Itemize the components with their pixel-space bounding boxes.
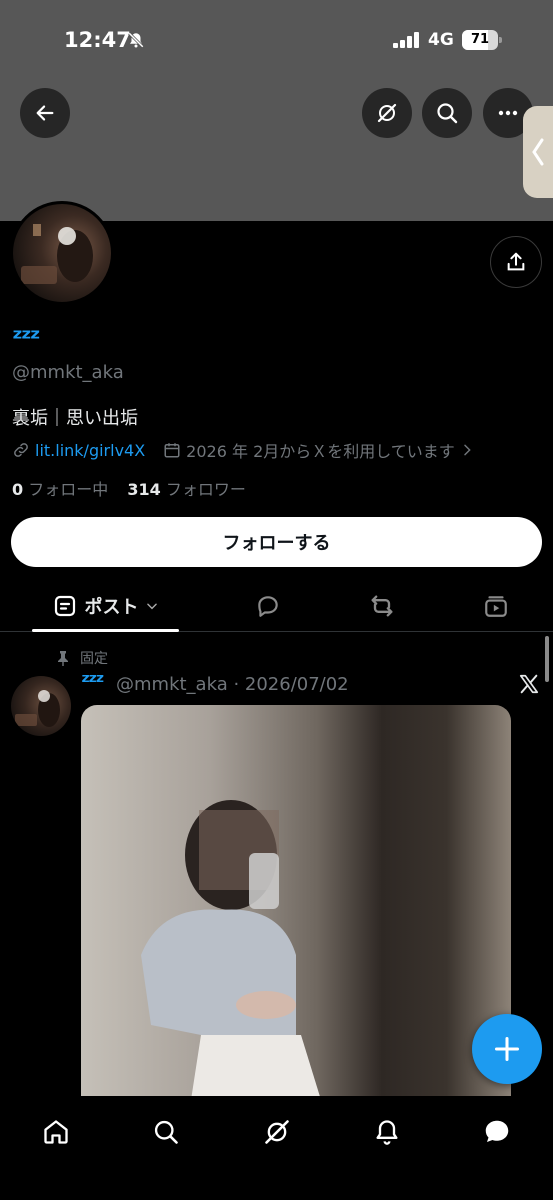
pinned-indicator: 固定: [56, 648, 108, 668]
more-icon: [498, 110, 518, 116]
profile-avatar[interactable]: [10, 201, 114, 305]
calendar-icon: [164, 443, 180, 458]
profile-meta: lit.link/girlv4X 2026 年 2月からＸを利用しています: [12, 438, 475, 462]
compose-button[interactable]: [472, 1014, 542, 1084]
plus-icon: [494, 1036, 520, 1062]
network-type: 4G: [428, 30, 454, 50]
nav-search[interactable]: [144, 1110, 188, 1154]
search-icon: [437, 103, 458, 124]
search-button[interactable]: [422, 88, 472, 138]
post-media-image[interactable]: [81, 705, 511, 1100]
active-tab-indicator: [32, 629, 179, 632]
home-icon: [44, 1120, 68, 1144]
pinned-label: 固定: [80, 651, 108, 667]
followers-link[interactable]: 314 フォロワー: [127, 480, 246, 499]
tab-reposts[interactable]: [358, 580, 406, 632]
share-icon: [507, 252, 525, 271]
nav-home[interactable]: [34, 1110, 78, 1154]
bottom-nav: [0, 1096, 553, 1200]
chevron-right-icon: [464, 444, 471, 456]
post-display-name[interactable]: ᶻᶻᶻ: [81, 670, 105, 695]
following-label: フォロー中: [28, 480, 109, 499]
battery-level: 71: [470, 32, 490, 47]
grok-icon: [265, 1120, 289, 1144]
post-list-icon: [54, 595, 75, 617]
grok-icon: [377, 103, 397, 123]
profile-tabs: ポスト: [0, 580, 553, 632]
share-button[interactable]: [490, 236, 542, 288]
bell-off-icon: [128, 32, 144, 48]
tab-posts-label: ポスト: [84, 597, 139, 618]
nav-messages[interactable]: [475, 1110, 519, 1154]
status-bar: 12:47 4G 71: [0, 0, 553, 80]
grok-button[interactable]: [362, 88, 412, 138]
back-button[interactable]: [20, 88, 70, 138]
follow-stats: 0 フォロー中 314 フォロワー: [12, 476, 246, 500]
bell-icon: [376, 1120, 398, 1145]
signal-icon: [393, 32, 419, 48]
profile-bio: 裏垢｜思い出垢: [12, 408, 138, 429]
profile-link[interactable]: lit.link/girlv4X: [35, 441, 145, 460]
post-avatar-image: [15, 690, 60, 727]
following-link[interactable]: 0 フォロー中: [12, 480, 108, 499]
nav-notifications[interactable]: [365, 1110, 409, 1154]
tab-posts[interactable]: ポスト: [32, 580, 179, 632]
post-avatar[interactable]: [11, 676, 71, 736]
avatar-image: [21, 224, 93, 284]
profile-handle: @mmkt_aka: [12, 362, 124, 383]
link-icon: [14, 443, 28, 457]
status-time: 12:47: [64, 28, 131, 52]
side-panel-handle[interactable]: [523, 106, 553, 198]
tab-replies[interactable]: [244, 580, 292, 632]
pin-icon: [58, 651, 68, 666]
repost-icon: [371, 595, 393, 617]
chat-icon: [485, 1120, 509, 1142]
x-logo-icon: [519, 674, 539, 694]
arrow-left-icon: [36, 105, 54, 121]
chevron-down-icon: [146, 603, 157, 610]
tab-media[interactable]: [472, 580, 520, 632]
post-handle-date[interactable]: @mmkt_aka · 2026/07/02: [116, 674, 349, 695]
chevron-left-icon: [532, 138, 544, 166]
following-count: 0: [12, 480, 24, 499]
followers-count: 314: [127, 480, 161, 499]
follow-button[interactable]: フォローする: [11, 517, 542, 567]
profile-display-name: ᶻᶻᶻ: [12, 324, 41, 354]
search-icon: [154, 1120, 178, 1144]
scrollbar[interactable]: [545, 636, 549, 682]
followers-label: フォロワー: [165, 480, 246, 499]
post-photo: [141, 800, 321, 1100]
reply-icon: [258, 596, 278, 617]
video-icon: [485, 596, 507, 617]
profile-joined[interactable]: 2026 年 2月からＸを利用しています: [186, 438, 455, 462]
battery-icon: 71: [462, 30, 502, 50]
nav-grok[interactable]: [255, 1110, 299, 1154]
